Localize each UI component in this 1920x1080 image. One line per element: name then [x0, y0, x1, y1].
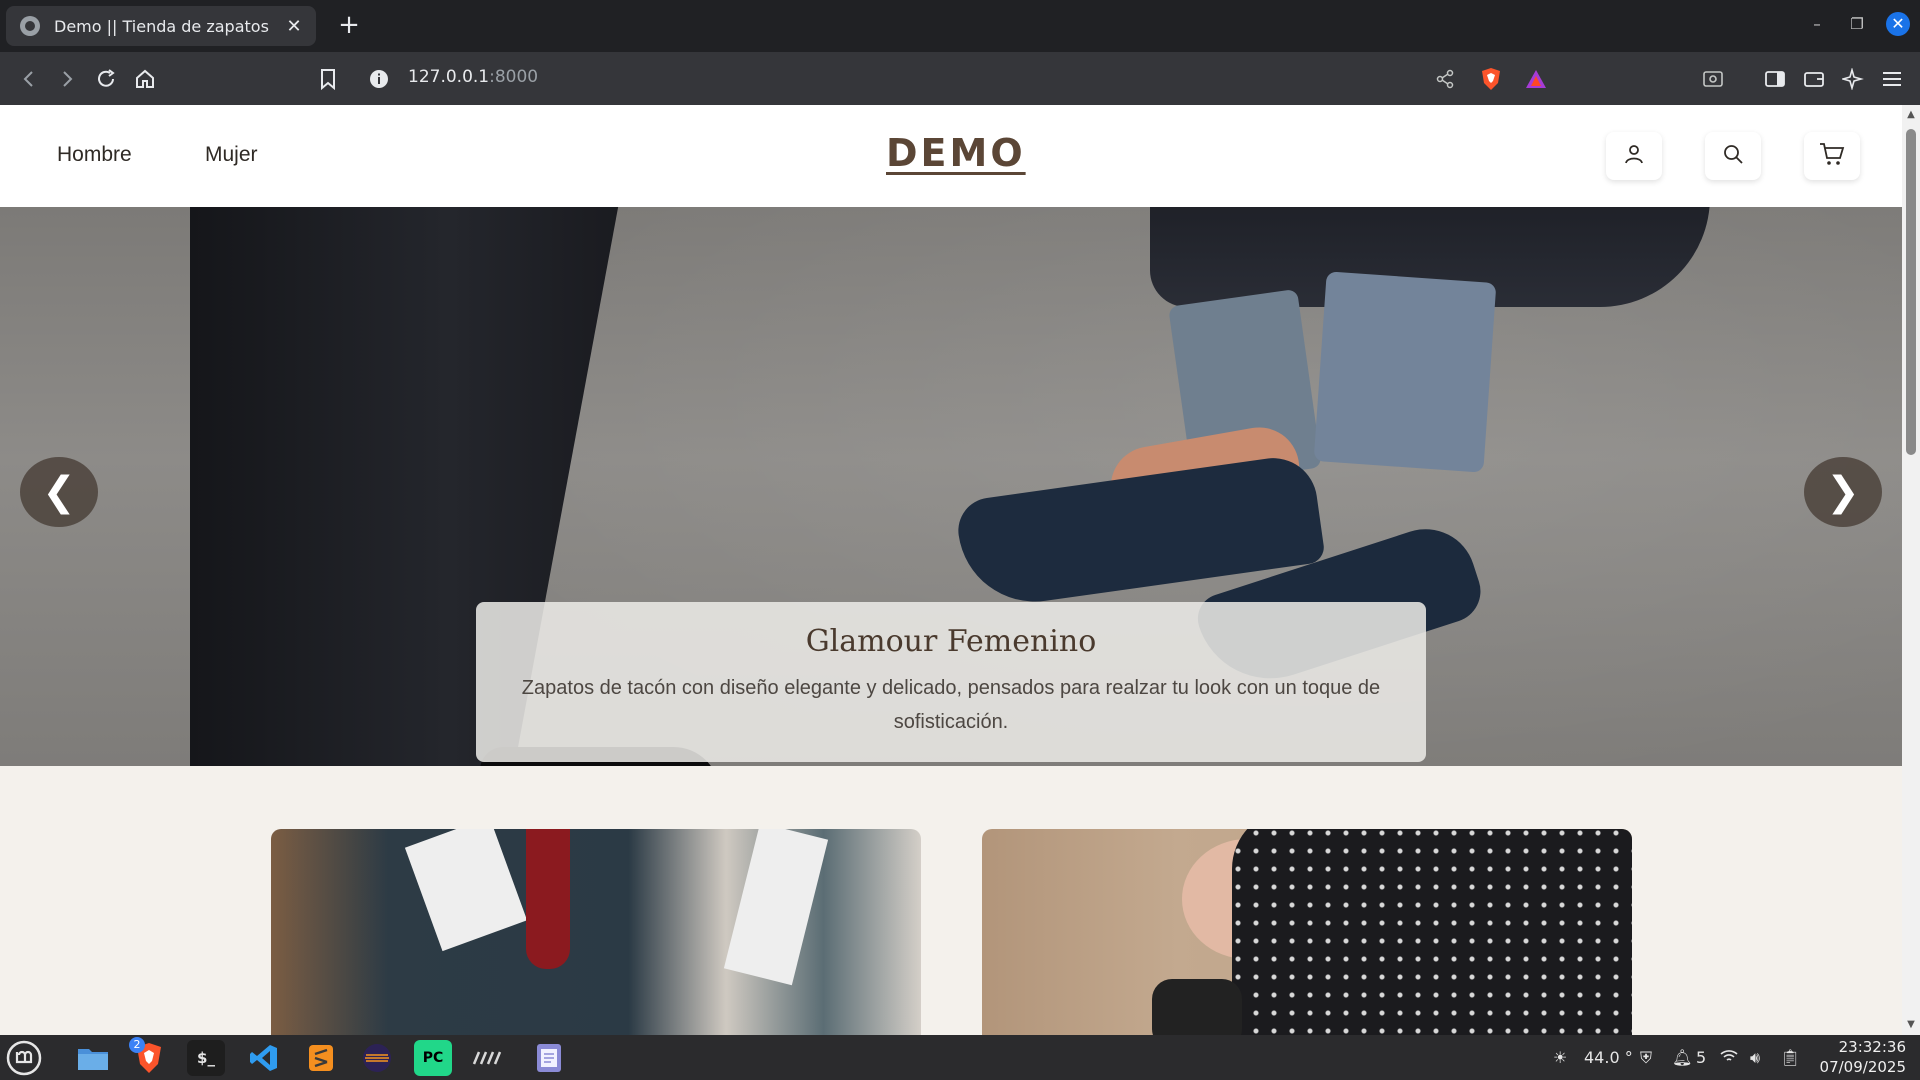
sublime-text-icon[interactable] [302, 1040, 340, 1076]
brave-badge: 2 [129, 1037, 145, 1053]
scroll-up-icon[interactable]: ▲ [1905, 109, 1917, 121]
hero-title: Glamour Femenino [805, 624, 1097, 659]
text-editor-icon[interactable] [530, 1040, 568, 1076]
forward-icon[interactable] [52, 64, 82, 94]
brave-rewards-icon[interactable] [1521, 64, 1551, 94]
window-controls: – ❐ ✕ [1806, 12, 1910, 36]
pycharm-icon[interactable]: PC [414, 1040, 452, 1076]
hero-image-element [1313, 271, 1497, 473]
reader-mode-icon[interactable] [1698, 64, 1728, 94]
globe-icon [20, 16, 40, 36]
carousel-next-button[interactable]: ❯ [1804, 457, 1882, 527]
brave-shields-icon[interactable] [1476, 64, 1506, 94]
card-image-element [526, 829, 570, 969]
nav-hombre[interactable]: Hombre [57, 143, 132, 167]
mint-menu-icon[interactable] [5, 1040, 43, 1076]
url-port: :8000 [489, 67, 539, 87]
tab-title: Demo || Tienda de zapatos [54, 16, 269, 36]
wifi-icon[interactable] [1720, 1048, 1738, 1067]
eclipse-icon[interactable] [358, 1040, 396, 1076]
user-icon [1622, 142, 1646, 170]
clock-date: 07/09/2025 [1819, 1058, 1906, 1076]
card-image-element [723, 829, 829, 986]
tab-close-icon[interactable]: ✕ [284, 16, 304, 37]
scroll-thumb[interactable] [1906, 129, 1916, 455]
reload-icon[interactable] [91, 64, 121, 94]
home-icon[interactable] [130, 64, 160, 94]
clipboard-icon[interactable]: 📋︎ [1780, 1048, 1800, 1067]
browser-tab[interactable]: Demo || Tienda de zapatos ✕ [6, 6, 316, 46]
hero-caption: Glamour Femenino Zapatos de tacón con di… [476, 602, 1426, 762]
shield-icon[interactable]: ⛨ [1640, 1048, 1652, 1068]
temperature-readout: 44.0 ° [1584, 1048, 1633, 1067]
leo-ai-icon[interactable] [1838, 64, 1868, 94]
search-button[interactable] [1705, 132, 1761, 180]
devtools-icon[interactable] [470, 1040, 508, 1076]
minimize-button[interactable]: – [1806, 13, 1828, 35]
page-scrollbar[interactable]: ▲ ▼ [1902, 105, 1920, 1035]
volume-icon[interactable]: 🔊︎ [1750, 1048, 1760, 1068]
brightness-icon[interactable]: ☀ [1553, 1048, 1567, 1067]
card-image-element [404, 829, 528, 952]
clock-time: 23:32:36 [1838, 1038, 1906, 1056]
category-card-hombre[interactable] [271, 829, 921, 1035]
bookmark-icon[interactable] [313, 64, 343, 94]
card-image-element [1232, 829, 1632, 1035]
account-button[interactable] [1606, 132, 1662, 180]
sidebar-icon[interactable] [1760, 64, 1790, 94]
hero-carousel: ❮ ❯ Glamour Femenino Zapatos de tacón co… [0, 207, 1902, 766]
clock[interactable]: 23:32:36 07/09/2025 [1820, 1037, 1906, 1077]
site-header: Hombre Mujer DEMO [0, 105, 1902, 207]
page-viewport: Hombre Mujer DEMO ❮ ❯ Glamour Femenino Z… [0, 105, 1902, 1035]
notifications-icon[interactable]: 🔔︎ [1672, 1048, 1692, 1067]
site-info-icon[interactable] [364, 64, 394, 94]
hero-description: Zapatos de tacón con diseño elegante y d… [521, 677, 1381, 733]
nav-mujer[interactable]: Mujer [205, 143, 258, 167]
search-icon [1721, 142, 1745, 170]
share-icon[interactable] [1430, 64, 1460, 94]
address-bar[interactable]: 127.0.0.1:8000 [408, 67, 538, 87]
scroll-down-icon[interactable]: ▼ [1905, 1019, 1917, 1031]
new-tab-button[interactable]: + [333, 10, 365, 42]
terminal-icon[interactable]: $_ [187, 1040, 225, 1076]
back-icon[interactable] [14, 64, 44, 94]
vscode-icon[interactable] [245, 1040, 283, 1076]
site-logo[interactable]: DEMO [886, 131, 1026, 175]
restore-button[interactable]: ❐ [1846, 13, 1868, 35]
card-image-element [1152, 979, 1242, 1035]
browser-tab-bar: Demo || Tienda de zapatos ✕ + – ❐ ✕ [0, 0, 1920, 52]
cart-button[interactable] [1804, 132, 1860, 180]
category-card-mujer[interactable] [982, 829, 1632, 1035]
url-host: 127.0.0.1 [408, 67, 490, 87]
cart-icon [1818, 141, 1846, 171]
wallet-icon[interactable] [1799, 64, 1829, 94]
menu-icon[interactable] [1877, 64, 1907, 94]
browser-toolbar: 127.0.0.1:8000 [0, 52, 1920, 105]
files-icon[interactable] [74, 1040, 112, 1076]
carousel-prev-button[interactable]: ❮ [20, 457, 98, 527]
window-close-button[interactable]: ✕ [1886, 12, 1910, 36]
os-taskbar: $_ PC ☀ 44.0 ° ⛨ 🔔︎ 5 🔊︎ 📋︎ 23:32:36 07/… [0, 1035, 1920, 1080]
notifications-count: 5 [1696, 1048, 1707, 1067]
